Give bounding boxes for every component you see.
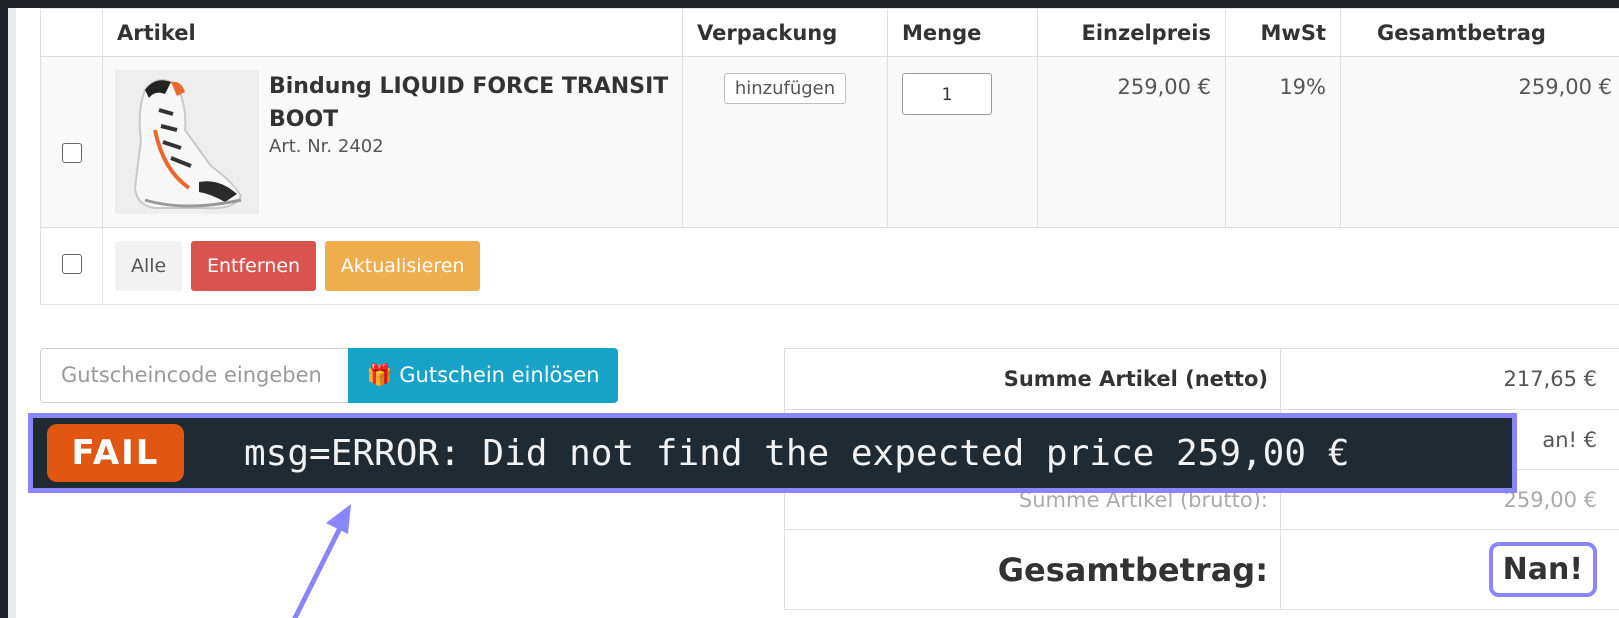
screenshot-stage: Artikel Verpackung Menge Einzelpreis MwS… [8, 8, 1619, 618]
annotation-arrow-icon [292, 504, 351, 618]
